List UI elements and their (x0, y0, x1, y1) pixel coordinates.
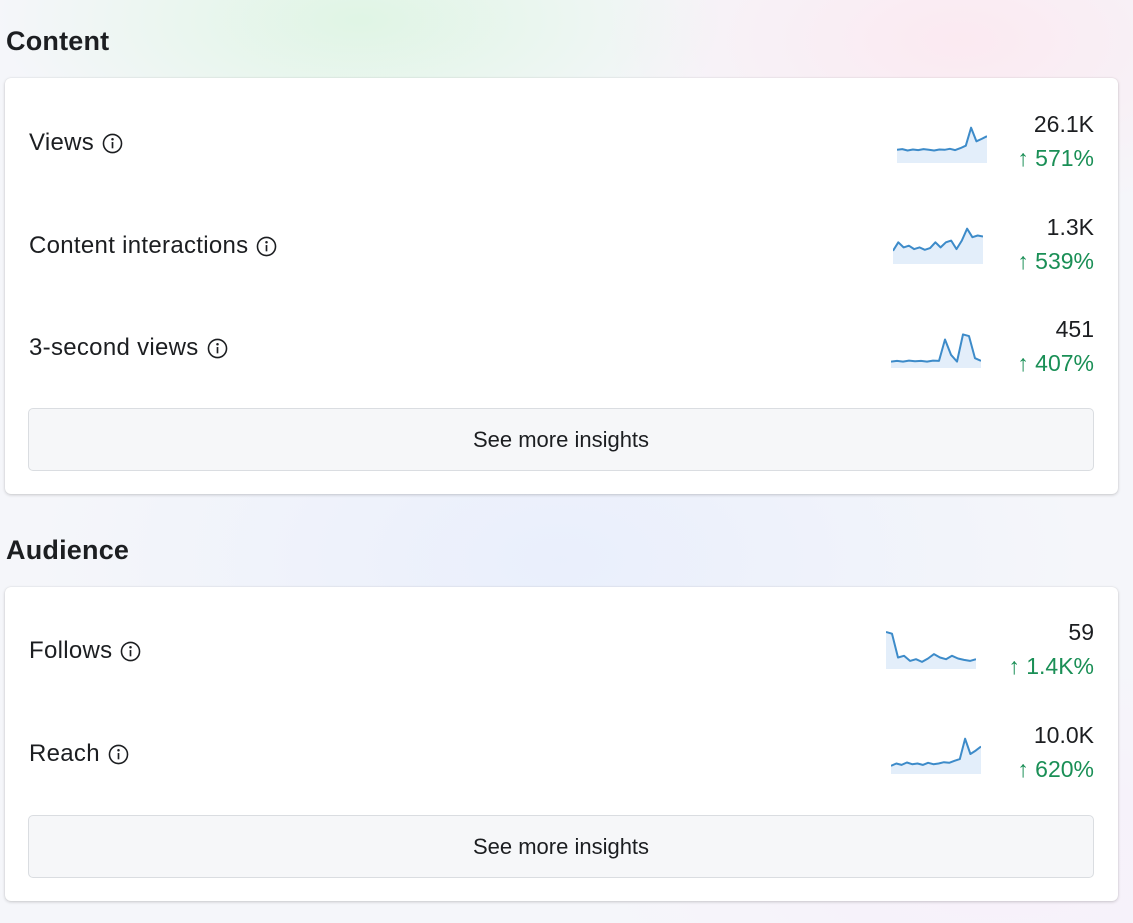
content-section-title: Content (6, 26, 110, 56)
sparkline-area (886, 632, 976, 669)
info-icon[interactable] (108, 744, 129, 765)
audience-card: Follows 59 ↑ 1.4K% Reach 10.0K ↑ 620% Se… (5, 587, 1118, 901)
content-card: Views 26.1K ↑ 571% Content interactions … (5, 78, 1118, 494)
metric-value-3-second-views: 451 (1055, 316, 1094, 342)
metric-row-reach[interactable]: Reach 10.0K ↑ 620% (5, 714, 1118, 794)
metric-change-follows: ↑ 1.4K% (1008, 653, 1094, 679)
metric-row-follows[interactable]: Follows 59 ↑ 1.4K% (5, 611, 1118, 691)
info-icon[interactable] (207, 338, 228, 359)
views-sparkline (897, 126, 987, 163)
metric-change-reach: ↑ 620% (1017, 756, 1094, 782)
3-second-views-sparkline (891, 333, 981, 368)
metric-change-views: ↑ 571% (1017, 145, 1094, 171)
info-icon[interactable] (120, 641, 141, 662)
metric-value-views: 26.1K (1033, 111, 1094, 137)
content-interactions-sparkline (893, 227, 983, 264)
sparkline-area (891, 334, 981, 368)
metric-value-content-interactions: 1.3K (1046, 214, 1094, 240)
metric-label-content-interactions: Content interactions (29, 232, 249, 259)
info-icon[interactable] (102, 133, 123, 154)
metric-label-follows: Follows (29, 637, 113, 664)
sparkline-line (886, 631, 976, 663)
audience-section-title: Audience (6, 535, 130, 565)
metric-label-views: Views (29, 129, 95, 156)
metric-row-3-second-views[interactable]: 3-second views 451 ↑ 407% (5, 308, 1118, 388)
follows-sparkline (886, 631, 976, 669)
metric-label-reach: Reach (29, 740, 100, 767)
metric-row-views[interactable]: Views 26.1K ↑ 571% (5, 103, 1118, 183)
info-icon[interactable] (256, 236, 277, 257)
metric-value-follows: 59 (1068, 619, 1094, 645)
metric-change-3-second-views: ↑ 407% (1017, 350, 1094, 376)
metric-value-reach: 10.0K (1033, 722, 1094, 748)
metric-row-content-interactions[interactable]: Content interactions 1.3K ↑ 539% (5, 206, 1118, 286)
reach-sparkline (891, 737, 981, 774)
metric-change-content-interactions: ↑ 539% (1017, 248, 1094, 274)
see-more-insights-button[interactable]: See more insights (28, 815, 1094, 878)
metric-label-3-second-views: 3-second views (29, 334, 199, 361)
see-more-insights-button[interactable]: See more insights (28, 408, 1094, 471)
